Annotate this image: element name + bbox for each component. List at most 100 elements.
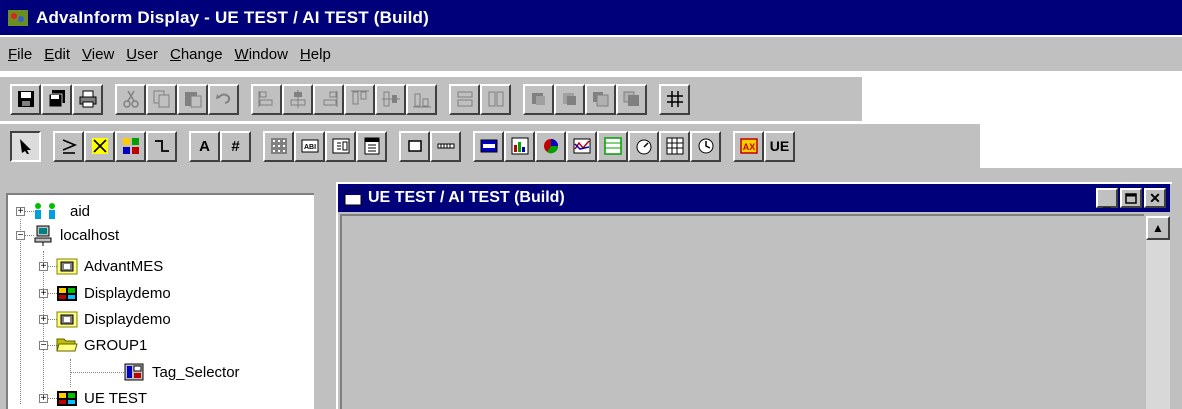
child-window-title-bar[interactable]: UE TEST / AI TEST (Build) _ ✕ [338, 184, 1170, 212]
paste-button[interactable] [177, 83, 208, 115]
align-bottom-icon [412, 93, 431, 108]
tree-item-displaydemo-1[interactable]: Displaydemo [56, 282, 171, 304]
dot-matrix-button[interactable] [263, 130, 294, 162]
tree-label: aid [70, 202, 91, 220]
list-button[interactable] [597, 130, 628, 162]
text-button[interactable]: A [189, 130, 220, 162]
expand-ue-test[interactable]: + [39, 394, 48, 404]
same-height-button[interactable] [480, 83, 511, 115]
align-bottom-button[interactable] [406, 83, 437, 115]
field-button[interactable] [325, 130, 356, 162]
menu-window[interactable]: Window [235, 46, 288, 63]
save-all-button[interactable] [41, 83, 72, 115]
tree-label: Displaydemo [84, 284, 171, 302]
align-middle-button[interactable] [375, 83, 406, 115]
align-center-icon [290, 90, 305, 108]
expand-aid[interactable]: + [16, 207, 25, 217]
colored-blocks-icon [122, 138, 139, 154]
align-top-button[interactable] [344, 83, 375, 115]
undo-icon [215, 93, 230, 104]
collapse-group1[interactable]: − [39, 341, 48, 351]
send-back-button[interactable] [554, 83, 585, 115]
send-backward-button[interactable] [616, 83, 647, 115]
tree-item-displaydemo-2[interactable]: Displaydemo [56, 308, 171, 330]
menu-change[interactable]: Change [170, 46, 223, 63]
bar-chart-button[interactable] [504, 130, 535, 162]
undo-button[interactable] [208, 83, 239, 115]
menu-user[interactable]: User [126, 46, 158, 63]
step-icon [154, 140, 169, 152]
panel-blue-icon [480, 139, 497, 153]
align-right-button[interactable] [313, 83, 344, 115]
grid-group [659, 83, 690, 115]
close-button[interactable]: ✕ [1144, 188, 1166, 208]
ue-button[interactable]: UE [764, 130, 795, 162]
number-button[interactable]: # [220, 130, 251, 162]
collapse-localhost[interactable]: − [16, 231, 25, 241]
toolbar-main [0, 77, 862, 121]
grid-button[interactable] [659, 83, 690, 115]
hatch-button[interactable] [430, 130, 461, 162]
align-center-button[interactable] [282, 83, 313, 115]
size-group [449, 83, 511, 115]
save-button[interactable] [10, 83, 41, 115]
tree-item-tag-selector[interactable]: Tag_Selector [124, 361, 240, 383]
open-folder-icon [56, 338, 78, 352]
ue-icon: UE [769, 138, 790, 154]
abl-button[interactable]: ABI [294, 130, 325, 162]
maximize-button[interactable] [1120, 188, 1142, 208]
clock-button[interactable] [690, 130, 721, 162]
window-icon [344, 190, 362, 206]
trend-button[interactable] [566, 130, 597, 162]
maximize-icon [1125, 192, 1137, 204]
gauge-button[interactable] [628, 130, 659, 162]
tree-item-ue-test[interactable]: UE TEST [56, 387, 147, 409]
ax-button[interactable]: AX [733, 130, 764, 162]
field-icon [332, 138, 349, 154]
expand-advantmes[interactable]: + [39, 262, 48, 272]
comparator-ge-button[interactable] [53, 130, 84, 162]
gauge-icon [636, 139, 651, 155]
panel-blue-button[interactable] [473, 130, 504, 162]
step-button[interactable] [146, 130, 177, 162]
svg-text:ABI: ABI [303, 144, 315, 151]
vertical-scrollbar[interactable] [1146, 216, 1170, 409]
table-button[interactable] [659, 130, 690, 162]
display-canvas[interactable] [340, 214, 1144, 409]
tree-item-group1[interactable]: GROUP1 [56, 334, 147, 356]
field-list-button[interactable] [356, 130, 387, 162]
copy-button[interactable] [146, 83, 177, 115]
trend-icon [573, 138, 590, 154]
tree-label: UE TEST [84, 389, 148, 407]
menu-view[interactable]: View [82, 46, 114, 63]
scroll-up-button[interactable]: ▲ [1146, 216, 1170, 240]
print-button[interactable] [72, 83, 103, 115]
tree-item-aid[interactable]: aid [32, 200, 90, 222]
bring-forward-button[interactable] [585, 83, 616, 115]
comparator-x-button[interactable] [84, 130, 115, 162]
menu-edit[interactable]: Edit [44, 46, 70, 63]
navigation-tree[interactable]: + − + + + − + aid localhost AdvantMES Di… [6, 193, 314, 409]
tree-item-advantmes[interactable]: AdvantMES [56, 255, 163, 277]
menu-help[interactable]: Help [300, 46, 331, 63]
special-group: AX UE [733, 130, 795, 162]
same-width-button[interactable] [449, 83, 480, 115]
expand-displaydemo-1[interactable]: + [39, 289, 48, 299]
pie-chart-button[interactable] [535, 130, 566, 162]
cut-button[interactable] [115, 83, 146, 115]
pointer-button[interactable] [10, 130, 41, 162]
menu-file[interactable]: File [8, 46, 32, 63]
print-icon [79, 90, 96, 108]
frame-button[interactable] [399, 130, 430, 162]
minimize-button[interactable]: _ [1096, 188, 1118, 209]
tree-item-localhost[interactable]: localhost [32, 224, 119, 246]
app-logo-icon [8, 9, 28, 26]
file-group [10, 83, 103, 115]
save-all-icon [48, 90, 65, 108]
colored-blocks-button[interactable] [115, 130, 146, 162]
expand-displaydemo-2[interactable]: + [39, 315, 48, 325]
align-left-button[interactable] [251, 83, 282, 115]
bring-front-button[interactable] [523, 83, 554, 115]
table-icon [666, 137, 683, 155]
align-left-icon [258, 91, 272, 107]
